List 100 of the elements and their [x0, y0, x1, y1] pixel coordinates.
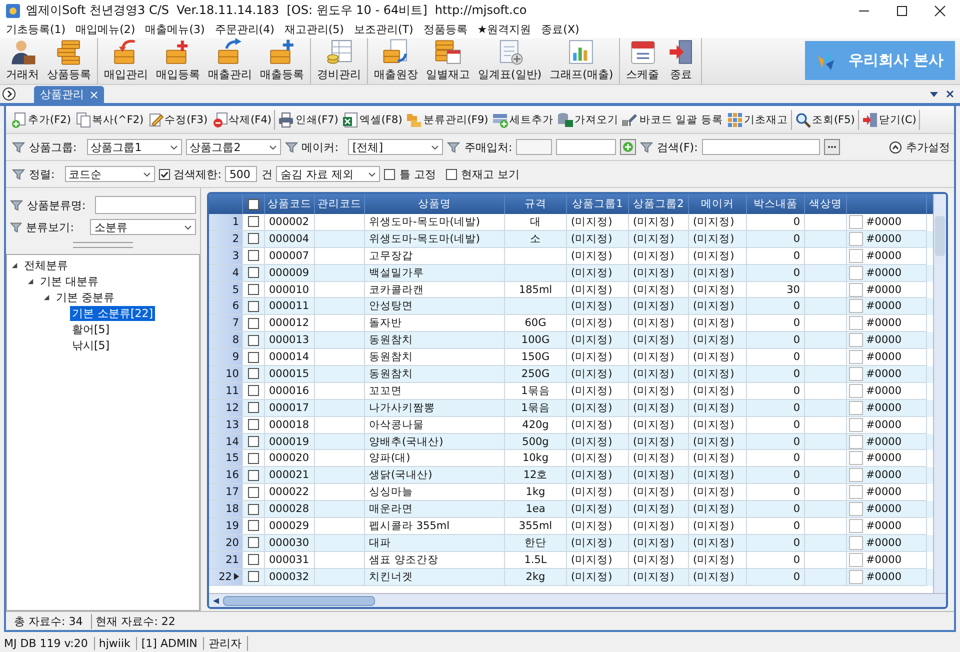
add-button[interactable] — [620, 139, 636, 155]
row-checkbox[interactable] — [248, 402, 259, 414]
toolbar-button[interactable]: 매입관리 — [100, 38, 152, 84]
column-header[interactable]: 규격 — [505, 194, 567, 214]
menu-item[interactable]: 매입메뉴(2) — [74, 21, 144, 38]
hidden-filter-dropdown[interactable]: 숨김 자료 제외 — [276, 166, 380, 182]
search-field[interactable] — [702, 139, 820, 155]
tree-item[interactable]: 활어[5] — [70, 322, 112, 336]
scrollbar[interactable] — [209, 593, 946, 607]
row-checkbox[interactable] — [248, 436, 259, 448]
category-field[interactable] — [95, 196, 196, 214]
column-header[interactable]: 박스내품 — [747, 194, 805, 214]
menu-item[interactable]: 기초등록(1) — [4, 21, 74, 38]
menu-item[interactable]: ★원격지원 — [475, 21, 540, 38]
toolbar-button[interactable]: 종료 — [663, 38, 700, 84]
row-checkbox[interactable] — [248, 368, 259, 380]
row-checkbox[interactable] — [248, 385, 259, 396]
browse-button[interactable] — [824, 139, 840, 155]
row-checkbox[interactable] — [248, 537, 259, 548]
toolbar-button[interactable]: 스케줄 — [622, 38, 664, 84]
menu-item[interactable]: 보조관리(T) — [352, 21, 422, 38]
sort-dropdown[interactable]: 코드순 — [64, 166, 155, 182]
checkbox[interactable] — [158, 168, 170, 180]
menu-item[interactable]: 매출메뉴(3) — [143, 21, 213, 38]
toolbar-button[interactable]: 바코드 일괄 등록 — [620, 110, 725, 130]
row-checkbox[interactable] — [248, 520, 259, 532]
toolbar-button[interactable]: 인쇄(F7) — [276, 110, 340, 130]
limit-field[interactable]: 500 — [225, 166, 258, 182]
select-all-checkbox[interactable] — [248, 198, 259, 210]
tree-item[interactable]: 전체분류 — [22, 258, 70, 272]
column-header[interactable]: 색상명 — [805, 194, 847, 214]
toolbar-button[interactable]: 닫기(C) — [860, 110, 918, 130]
tree-item[interactable]: 기본 소분류[22] — [70, 306, 156, 320]
toolbar-button[interactable]: 수정(F3) — [146, 110, 210, 130]
maximize-icon[interactable] — [896, 4, 908, 16]
toolbar-button[interactable]: 추가(F2) — [9, 110, 73, 130]
supplier-field[interactable] — [556, 139, 616, 155]
menu-item[interactable]: 재고관리(5) — [282, 21, 352, 38]
toolbar-button[interactable]: 분류관리(F9) — [404, 110, 490, 130]
tree-item[interactable]: 낚시[5] — [70, 338, 112, 352]
toolbar-button[interactable]: 상품등록 — [43, 38, 95, 84]
row-checkbox[interactable] — [248, 300, 259, 312]
row-checkbox[interactable] — [248, 318, 259, 329]
close-icon[interactable] — [946, 90, 954, 98]
tree-item[interactable]: 기본 중분류 — [54, 290, 116, 304]
expander-icon[interactable] — [43, 294, 50, 300]
close-icon[interactable] — [934, 4, 946, 16]
expander-icon[interactable] — [11, 262, 18, 268]
expander-icon[interactable] — [27, 278, 34, 284]
scrollbar[interactable] — [933, 194, 946, 593]
row-checkbox[interactable] — [248, 216, 259, 228]
toolbar-button[interactable]: 일별재고 — [422, 38, 474, 84]
tab[interactable]: 상품관리 — [34, 86, 104, 103]
menu-item[interactable]: 주문관리(4) — [212, 21, 282, 38]
toolbar-button[interactable]: 거래처 — [2, 38, 43, 84]
toolbar-button[interactable]: 삭제(F4) — [210, 110, 274, 130]
row-checkbox[interactable] — [248, 452, 259, 464]
toolbar-button[interactable]: 그래프(매출) — [546, 38, 618, 84]
row-checkbox[interactable] — [248, 486, 259, 498]
row-checkbox[interactable] — [248, 284, 259, 295]
row-checkbox[interactable] — [248, 250, 259, 262]
row-checkbox[interactable] — [248, 554, 259, 566]
toolbar-button[interactable]: 매출등록 — [256, 38, 308, 84]
scroll-left-icon[interactable] — [213, 598, 219, 604]
menu-item[interactable]: 정품등록 — [421, 21, 476, 38]
toolbar-button[interactable]: 세트추가 — [490, 110, 556, 130]
tree-item[interactable]: 기본 대분류 — [38, 274, 100, 288]
toolbar-button[interactable]: 매입등록 — [152, 38, 204, 84]
toolbar-button[interactable]: 가져오기 — [555, 110, 620, 130]
view-dropdown[interactable]: 소분류 — [90, 219, 196, 235]
toolbar-button[interactable]: 복사(^F2) — [72, 110, 146, 130]
column-header[interactable]: 메이커 — [689, 194, 747, 214]
toolbar-button[interactable]: 경비관리 — [313, 38, 365, 84]
column-header[interactable]: 상품그룹2 — [629, 194, 689, 214]
group-dropdown[interactable]: 상품그룹1 — [86, 139, 182, 155]
column-header[interactable]: 상품코드 — [265, 194, 315, 214]
code-field[interactable] — [516, 139, 552, 155]
column-header[interactable]: 상품명 — [365, 194, 505, 214]
toolbar-button[interactable]: 엑셀(F8) — [340, 110, 404, 130]
row-checkbox[interactable] — [248, 352, 259, 363]
dropdown-icon[interactable] — [930, 90, 938, 98]
row-checkbox[interactable] — [248, 470, 259, 481]
row-checkbox[interactable] — [248, 233, 259, 244]
more-settings-button[interactable]: 추가설정 — [889, 140, 954, 154]
menu-item[interactable]: 종료(X) — [539, 21, 588, 38]
checkbox[interactable] — [446, 168, 457, 180]
row-checkbox[interactable] — [248, 267, 259, 278]
row-checkbox[interactable] — [248, 419, 259, 430]
column-header[interactable]: 관리코드 — [315, 194, 365, 214]
toolbar-button[interactable]: 일계표(일반) — [474, 38, 546, 84]
column-header[interactable]: 상품그룹1 — [567, 194, 629, 214]
row-checkbox[interactable] — [248, 504, 259, 515]
toolbar-button[interactable]: 매출원장 — [370, 38, 422, 84]
row-checkbox[interactable] — [248, 334, 259, 346]
toolbar-button[interactable]: 기초재고 — [724, 110, 790, 130]
row-checkbox[interactable] — [248, 571, 259, 582]
toolbar-button[interactable]: 매출관리 — [204, 38, 256, 84]
checkbox[interactable] — [384, 168, 396, 180]
expand-panel-icon[interactable] — [2, 87, 16, 101]
toolbar-button[interactable]: 조회(F5) — [792, 110, 857, 130]
